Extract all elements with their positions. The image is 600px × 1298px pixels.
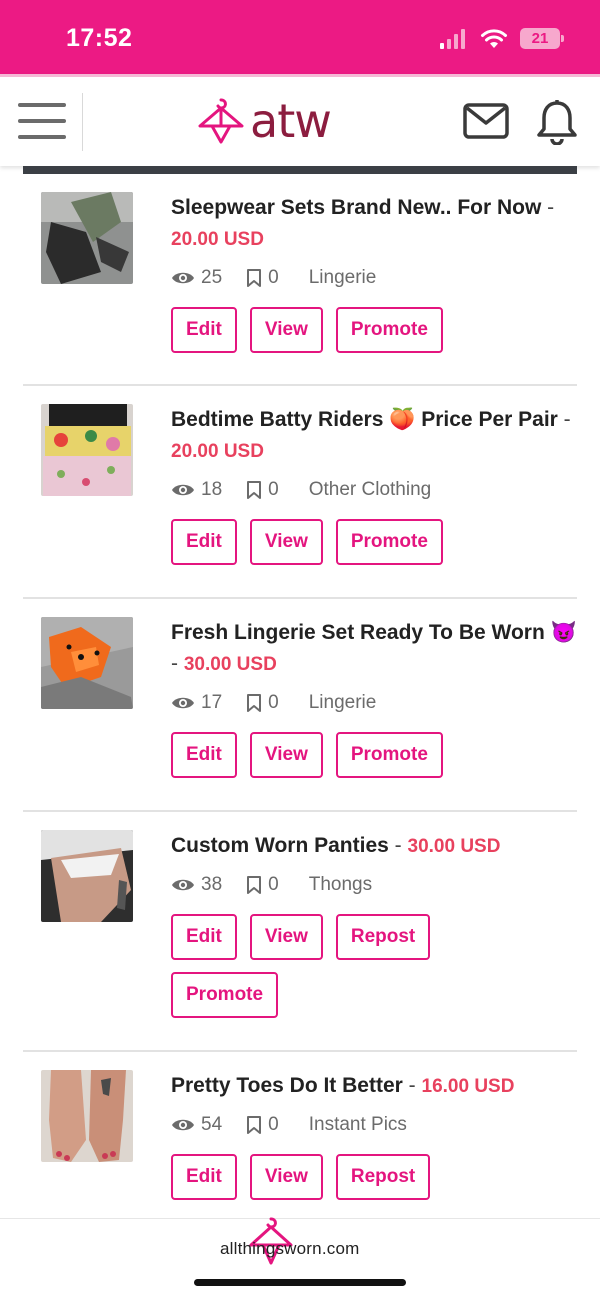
edit-button[interactable]: Edit xyxy=(171,914,237,960)
listing-category: Instant Pics xyxy=(308,1114,407,1135)
battery-level: 21 xyxy=(531,30,549,47)
listing-category: Lingerie xyxy=(308,267,377,288)
page-top-strip xyxy=(23,166,577,174)
saves-count: 0 xyxy=(246,267,279,289)
listing-title[interactable]: Fresh Lingerie Set Ready To Be Worn 😈 - … xyxy=(171,617,577,680)
devil-icon: 😈 xyxy=(550,621,577,644)
promote-button[interactable]: Promote xyxy=(335,307,443,353)
bookmark-icon xyxy=(247,1116,262,1134)
view-button[interactable]: View xyxy=(249,519,323,565)
listing-category: Lingerie xyxy=(308,692,377,713)
listing-title[interactable]: Pretty Toes Do It Better - 16.00 USD xyxy=(171,1070,577,1102)
view-button[interactable]: View xyxy=(249,307,323,353)
eye-icon xyxy=(172,697,194,709)
logo-text: atw xyxy=(250,94,332,148)
edit-button[interactable]: Edit xyxy=(171,519,237,565)
mail-icon[interactable] xyxy=(463,103,509,144)
listing-item: Bedtime Batty Riders 🍑 Price Per Pair - … xyxy=(23,386,577,599)
listing-price: 16.00 USD xyxy=(421,1076,515,1097)
listing-price: 30.00 USD xyxy=(183,654,277,675)
bell-icon[interactable] xyxy=(536,99,578,150)
hamburger-icon[interactable] xyxy=(18,103,66,143)
listing-title[interactable]: Sleepwear Sets Brand New.. For Now - 20.… xyxy=(171,192,577,255)
browser-bottom-bar: allthingsworn.com xyxy=(0,1217,600,1298)
repost-button[interactable]: Repost xyxy=(335,1154,431,1200)
header-divider xyxy=(82,93,83,151)
status-icons: 21 xyxy=(440,28,564,49)
logo[interactable]: atw xyxy=(196,93,332,149)
saves-count: 0 xyxy=(246,479,279,501)
bookmark-icon xyxy=(247,269,262,287)
bookmark-icon xyxy=(247,694,262,712)
views-count: 17 xyxy=(171,692,222,714)
hanger-logo-icon xyxy=(198,98,244,144)
eye-icon xyxy=(172,272,194,284)
listing-category: Other Clothing xyxy=(308,479,432,500)
promote-button[interactable]: Promote xyxy=(335,519,443,565)
signal-icon xyxy=(440,28,465,49)
listing-thumbnail[interactable] xyxy=(41,1070,133,1162)
promote-button[interactable]: Promote xyxy=(335,732,443,778)
listing-price: 20.00 USD xyxy=(171,229,264,250)
listing-title[interactable]: Custom Worn Panties - 30.00 USD xyxy=(171,830,577,862)
listing-thumbnail[interactable] xyxy=(41,830,133,922)
listing-item: Fresh Lingerie Set Ready To Be Worn 😈 - … xyxy=(23,599,577,812)
view-button[interactable]: View xyxy=(249,732,323,778)
views-count: 54 xyxy=(171,1114,222,1136)
view-button[interactable]: View xyxy=(249,914,323,960)
listing-price: 30.00 USD xyxy=(407,836,501,857)
listing-category: Thongs xyxy=(308,874,373,895)
listing-price: 20.00 USD xyxy=(171,441,264,462)
status-time: 17:52 xyxy=(66,24,133,52)
bookmark-icon xyxy=(247,481,262,499)
status-bar: 17:52 21 xyxy=(0,0,600,74)
edit-button[interactable]: Edit xyxy=(171,732,237,778)
repost-button[interactable]: Repost xyxy=(335,914,431,960)
edit-button[interactable]: Edit xyxy=(171,1154,237,1200)
listing-thumbnail[interactable] xyxy=(41,192,133,284)
views-count: 25 xyxy=(171,267,222,289)
listing-item: Sleepwear Sets Brand New.. For Now - 20.… xyxy=(23,174,577,386)
saves-count: 0 xyxy=(246,692,279,714)
promote-button[interactable]: Promote xyxy=(171,972,279,1018)
saves-count: 0 xyxy=(246,1114,279,1136)
listing-thumbnail[interactable] xyxy=(41,617,133,709)
views-count: 18 xyxy=(171,479,222,501)
listing-item: Custom Worn Panties - 30.00 USD 38 0 Tho… xyxy=(23,812,577,1052)
edit-button[interactable]: Edit xyxy=(171,307,237,353)
eye-icon xyxy=(172,879,194,891)
view-button[interactable]: View xyxy=(249,1154,323,1200)
listing-thumbnail[interactable] xyxy=(41,404,133,496)
saves-count: 0 xyxy=(246,874,279,896)
eye-icon xyxy=(172,1119,194,1131)
home-indicator[interactable] xyxy=(194,1279,406,1286)
peach-icon: 🍑 xyxy=(389,408,416,431)
eye-icon xyxy=(172,484,194,496)
wifi-icon xyxy=(481,28,507,48)
app-header: atw xyxy=(0,74,600,166)
listings-list: Sleepwear Sets Brand New.. For Now - 20.… xyxy=(23,174,577,1252)
battery-icon: 21 xyxy=(520,28,564,49)
listing-title[interactable]: Bedtime Batty Riders 🍑 Price Per Pair - … xyxy=(171,404,577,467)
bookmark-icon xyxy=(247,876,262,894)
site-url[interactable]: allthingsworn.com xyxy=(220,1239,359,1259)
views-count: 38 xyxy=(171,874,222,896)
